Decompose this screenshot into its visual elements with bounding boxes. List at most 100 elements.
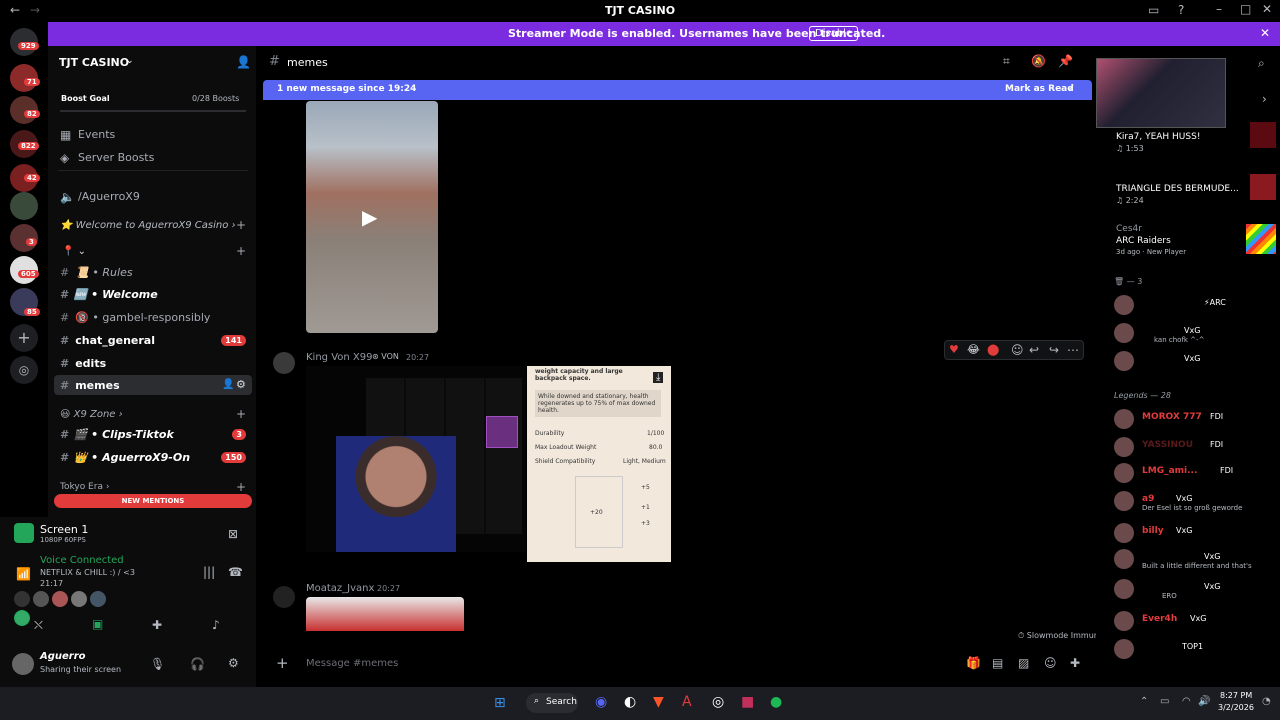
member-row[interactable]: billy VxG <box>1114 522 1272 544</box>
windows-start-icon[interactable]: ⊞ <box>494 695 506 711</box>
brave-app-icon[interactable]: ▼ <box>653 694 664 710</box>
member-row[interactable]: ⚡ARC <box>1114 294 1272 316</box>
volume-icon[interactable]: 🔊 <box>1198 696 1210 707</box>
member-row[interactable]: VxG kan chofk ^-^ <box>1114 322 1272 344</box>
reply-icon[interactable]: ↩ <box>1029 343 1039 357</box>
discover-icon[interactable]: ◎ <box>10 356 38 384</box>
channel-welcome[interactable]: # 🆕 • Welcome <box>60 288 158 301</box>
avatar[interactable] <box>33 591 49 607</box>
channel-clips-tiktok[interactable]: # 🎬 • Clips-Tiktok <box>60 428 174 441</box>
add-channel-icon[interactable]: + <box>236 244 246 258</box>
pin-icon[interactable]: 📌 <box>1058 54 1073 68</box>
member-row[interactable]: a9 VxG Der Esel ist so groß geworde <box>1114 490 1272 512</box>
stream-preview[interactable] <box>1096 58 1226 128</box>
member-row[interactable]: VxG Built a little different and that's <box>1114 548 1272 570</box>
gif-icon[interactable]: ▤ <box>992 656 1003 670</box>
user-name[interactable]: Aguerro <box>40 651 86 662</box>
channel-memes[interactable]: # memes <box>60 379 120 392</box>
taskbar-search[interactable]: ⌕ Search <box>526 693 578 713</box>
minimize-icon[interactable]: – <box>1216 2 1222 16</box>
activities-icon[interactable]: ✚ <box>152 618 162 632</box>
emoji-icon[interactable]: ☺ <box>1044 656 1057 670</box>
camera-off-icon[interactable]: ⛌ <box>34 618 43 633</box>
heart-reaction-icon[interactable]: ♥ <box>949 343 959 356</box>
member-row[interactable]: VxG ERO <box>1114 578 1272 600</box>
play-icon[interactable]: ▶ <box>362 205 377 229</box>
new-mentions-pill[interactable]: NEW MENTIONS <box>54 494 252 508</box>
image-attachment[interactable] <box>306 597 464 631</box>
adobe-app-icon[interactable]: A <box>682 694 692 710</box>
stop-stream-icon[interactable]: ⊠ <box>228 527 238 541</box>
member-row[interactable]: MOROX 777 FDI <box>1114 408 1272 430</box>
wifi-icon[interactable]: ◠ <box>1182 696 1191 707</box>
add-attachment-icon[interactable]: + <box>276 654 289 672</box>
member-row[interactable]: VxG <box>1114 350 1272 372</box>
guild-name[interactable]: TJT CASINO <box>59 56 129 69</box>
soundboard-icon[interactable]: ♪ <box>212 618 220 632</box>
mark-read-button[interactable]: Mark as Read <box>1005 84 1074 94</box>
download-icon[interactable]: ⤓ <box>653 372 664 383</box>
category-tokyo-era[interactable]: Tokyo Era › <box>60 482 109 492</box>
noise-suppression-icon[interactable]: ||| <box>203 565 215 579</box>
image-attachment[interactable] <box>306 366 526 552</box>
threads-icon[interactable]: ⌗ <box>1003 54 1010 69</box>
invite-icon[interactable]: 👤 <box>236 55 251 69</box>
category-x9-zone[interactable]: 😃 X9 Zone › <box>60 409 123 420</box>
member-row[interactable]: YASSINOU FDI <box>1114 436 1272 458</box>
notifications-icon[interactable]: ◔ <box>1262 696 1271 707</box>
invite-member-icon[interactable]: 👤 <box>222 379 234 390</box>
server-boosts-item[interactable]: Server Boosts <box>78 151 154 164</box>
app-icon[interactable]: ■ <box>741 694 754 710</box>
channel-edits[interactable]: # edits <box>60 357 106 370</box>
add-server-icon[interactable]: + <box>10 324 38 352</box>
spotify-app-icon[interactable]: ● <box>770 694 782 710</box>
channel-aguerrox9-on[interactable]: # 👑 • AguerroX9-On <box>60 451 190 464</box>
events-item[interactable]: Events <box>78 128 115 141</box>
message-author[interactable]: Moataz_Jvanx <box>306 583 374 594</box>
chevron-right-icon[interactable]: › <box>1262 92 1267 106</box>
new-messages-bar[interactable]: 1 new message since 19:24 Mark as Read ✓ <box>263 80 1092 100</box>
headphones-icon[interactable]: 🎧 <box>190 657 205 671</box>
help-icon[interactable]: ? <box>1178 3 1184 17</box>
gift-icon[interactable]: 🎁 <box>966 656 981 670</box>
add-channel-icon[interactable]: + <box>236 218 246 232</box>
channel-rules[interactable]: # 📜 • Rules <box>60 266 133 279</box>
forward-icon[interactable]: ↪ <box>1049 343 1059 357</box>
chevron-down-icon[interactable]: ⌄ <box>126 56 134 66</box>
gear-icon[interactable]: ⚙ <box>236 378 246 391</box>
clock-time[interactable]: 8:27 PM <box>1220 691 1252 700</box>
member-row[interactable]: LMG_ami... FDI <box>1114 462 1272 484</box>
disconnect-icon[interactable]: ☎ <box>228 565 243 579</box>
add-reaction-icon[interactable]: ☺ <box>1011 343 1024 357</box>
disable-streamer-mode-button[interactable]: Disable <box>809 26 859 41</box>
channel-chat-general[interactable]: # chat_general <box>60 334 155 347</box>
search-icon[interactable]: ⌕ <box>1258 56 1265 71</box>
inbox-icon[interactable]: ▭ <box>1148 3 1159 17</box>
screen-share-icon[interactable]: ▣ <box>92 617 103 631</box>
add-channel-icon[interactable]: + <box>236 407 246 421</box>
avatar[interactable] <box>14 591 30 607</box>
apps-icon[interactable]: ✚ <box>1070 656 1080 670</box>
gear-icon[interactable]: ⚙ <box>228 656 239 670</box>
sticker-icon[interactable]: ▨ <box>1018 656 1029 670</box>
github-app-icon[interactable]: ◐ <box>624 694 636 710</box>
avatar[interactable] <box>273 586 295 608</box>
notification-bell-icon[interactable]: 🔕 <box>1031 54 1046 68</box>
server-icon[interactable] <box>10 192 38 220</box>
close-banner-icon[interactable]: ✕ <box>1260 26 1270 40</box>
avatar[interactable] <box>52 591 68 607</box>
message-author[interactable]: King Von X99 <box>306 352 372 363</box>
more-icon[interactable]: ⋯ <box>1067 343 1079 357</box>
custom-reaction-icon[interactable]: ⬤ <box>987 343 999 356</box>
add-channel-icon[interactable]: + <box>236 480 246 494</box>
close-window-icon[interactable]: ✕ <box>1262 2 1272 16</box>
laugh-reaction-icon[interactable]: 😂 <box>967 343 980 356</box>
tray-icon[interactable]: ▭ <box>1160 696 1169 707</box>
discord-app-icon[interactable]: ◉ <box>595 694 607 710</box>
member-row[interactable]: TOP1 <box>1114 638 1272 660</box>
avatar[interactable] <box>12 653 34 675</box>
channel-gambel[interactable]: # 🔞 • gambel-responsibly <box>60 311 210 324</box>
voice-link-item[interactable]: /AguerroX9 <box>78 190 140 203</box>
avatar[interactable] <box>71 591 87 607</box>
avatar[interactable] <box>90 591 106 607</box>
